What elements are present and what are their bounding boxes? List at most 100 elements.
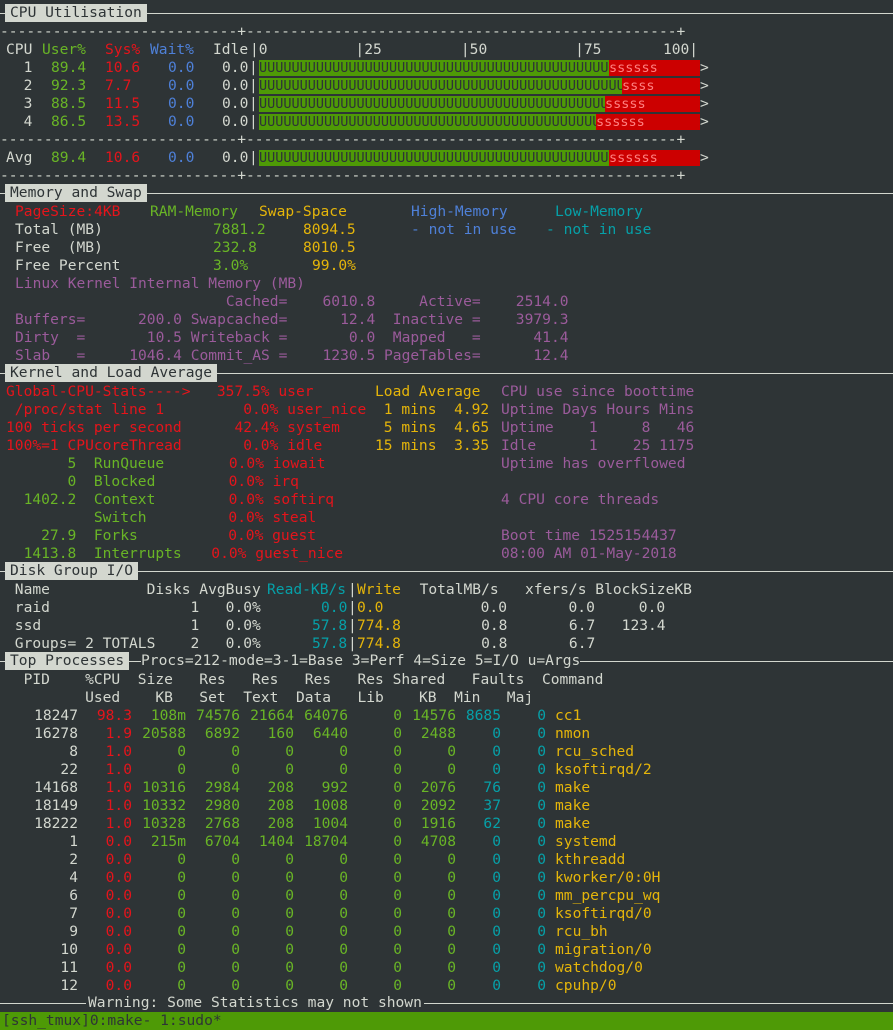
disk-write: 774.8	[357, 617, 401, 634]
idle-pct: 0.0	[222, 77, 249, 94]
process-cpu: 1.0	[105, 743, 132, 760]
kernel-section-header: Kernel and Load Average	[0, 364, 893, 382]
user-pct: 89.4	[51, 149, 87, 166]
bar-end: >	[700, 95, 709, 112]
process-shared: 0	[447, 761, 456, 778]
process-row[interactable]: 8 1.0 0 0 0 0 0 0 0 0 rcu_sched	[0, 743, 893, 761]
process-pid: 6	[69, 887, 78, 904]
process-command: systemd	[555, 833, 617, 850]
wait-pct: 0.0	[168, 149, 195, 166]
wait-col-header: Wait%	[150, 41, 194, 58]
process-lib: 0	[393, 923, 402, 940]
uptime-values: Uptime 1 8 46	[501, 419, 695, 436]
disk-rest: 0.8 6.7	[402, 635, 596, 652]
process-command: make	[555, 797, 591, 814]
process-command: make	[555, 815, 591, 832]
kernel-row-2: /proc/stat line 1 0.0% user_nice 1 mins …	[0, 401, 893, 419]
process-min: 0	[492, 905, 501, 922]
process-command: mm_percpu_wq	[555, 887, 661, 904]
load-5-min: 5 mins 4.65	[375, 419, 490, 436]
process-maj: 0	[537, 833, 546, 850]
process-row[interactable]: 22 1.0 0 0 0 0 0 0 0 0 ksoftirqd/2	[0, 761, 893, 779]
cpu-section-header: CPU Utilisation	[0, 4, 893, 22]
user-bar: UUUUUUUUUUUUUUUUUUUUUUUUUUUUUUUUUUUUUUUU…	[259, 78, 622, 94]
process-lib: 0	[393, 833, 402, 850]
disk-rest: 0.0 0.0 0.0	[384, 599, 666, 616]
process-row[interactable]: 14168 1.0 10316 2984 208 992 0 2076 76 0 make	[0, 779, 893, 797]
free-percent-ram: 3.0%	[213, 257, 249, 274]
process-row[interactable]: 12 0.0 0 0 0 0 0 0 0 0 cpuhp/0	[0, 977, 893, 995]
process-maj: 0	[537, 779, 546, 796]
process-row[interactable]: 18247 98.3 108m 74576 21664 64076 0 14576 8685 0 c…	[0, 707, 893, 725]
process-row[interactable]: 7 0.0 0 0 0 0 0 0 0 0 ksoftirqd/0	[0, 905, 893, 923]
process-shared: 2092	[420, 797, 456, 814]
tmux-status-bar[interactable]: [ssh_tmux]0:make- 1:sudo*	[0, 1012, 893, 1030]
process-row[interactable]: 18149 1.0 10332 2980 208 1008 0 2092 37 0 make	[0, 797, 893, 815]
process-row[interactable]: 11 0.0 0 0 0 0 0 0 0 0 watchdog/0	[0, 959, 893, 977]
process-data: 18704	[304, 833, 348, 850]
kernel-memory-line-3: Dirty = 10.5 Writeback = 0.0 Mapped = 41…	[15, 329, 569, 346]
process-shared: 14576	[412, 707, 456, 724]
cpu-id: 4	[6, 113, 33, 130]
process-data: 0	[339, 851, 348, 868]
process-res: 0	[231, 941, 240, 958]
process-row[interactable]: 18222 1.0 10328 2768 208 1004 0 1916 62 0 make	[0, 815, 893, 833]
process-shared: 0	[447, 887, 456, 904]
cpu-bar: UUUUUUUUUUUUUUUUUUUUUUUUUUUUUUUUUUUUUUUU…	[259, 60, 700, 76]
kernel-row-1: Global-CPU-Stats----> 357.5% user Load A…	[0, 383, 893, 401]
process-row[interactable]: 4 0.0 0 0 0 0 0 0 0 0 kworker/0:0H	[0, 869, 893, 887]
process-pid: 18247	[34, 707, 78, 724]
process-min: 0	[492, 851, 501, 868]
bar-separator: |	[249, 95, 258, 112]
process-min: 0	[492, 743, 501, 760]
user-pct: 92.3	[51, 77, 87, 94]
process-min: 0	[492, 941, 501, 958]
process-cpu: 1.0	[105, 779, 132, 796]
process-row[interactable]: 10 0.0 0 0 0 0 0 0 0 0 migration/0	[0, 941, 893, 959]
ram-memory-label: RAM-Memory	[150, 203, 238, 220]
process-cpu: 0.0	[105, 887, 132, 904]
process-maj: 0	[537, 851, 546, 868]
process-data: 0	[339, 761, 348, 778]
bar-end: >	[700, 149, 709, 166]
process-cpu: 0.0	[105, 959, 132, 976]
process-shared: 0	[447, 905, 456, 922]
disk-read: 57.8	[312, 617, 348, 634]
process-pid: 11	[60, 959, 78, 976]
process-row[interactable]: 1 0.0 215m 6704 1404 18704 0 4708 0 0 systemd	[0, 833, 893, 851]
processes-header-1: PID %CPU Size Res Res Res Res Shared Fau…	[6, 671, 604, 688]
kernel-row-10: 1413.8 Interrupts 0.0% guest_nice 08:00 …	[0, 545, 893, 563]
sys-bar: ssssss	[609, 60, 700, 76]
softirq: 0.0% softirq	[132, 491, 335, 508]
sys-pct: 10.6	[105, 149, 141, 166]
process-row[interactable]: 9 0.0 0 0 0 0 0 0 0 0 rcu_bh	[0, 923, 893, 941]
process-data: 0	[339, 905, 348, 922]
process-row[interactable]: 6 0.0 0 0 0 0 0 0 0 0 mm_percpu_wq	[0, 887, 893, 905]
cpu-bar: UUUUUUUUUUUUUUUUUUUUUUUUUUUUUUUUUUUUUUUU…	[259, 78, 700, 94]
process-size: 215m	[150, 833, 186, 850]
process-pid: 2	[69, 851, 78, 868]
process-row[interactable]: 2 0.0 0 0 0 0 0 0 0 0 kthreadd	[0, 851, 893, 869]
process-row[interactable]: 16278 1.9 20588 6892 160 6440 0 2488 0 0 nmon	[0, 725, 893, 743]
disk-read: 0.0	[321, 599, 348, 616]
high-memory-status: - not in use	[411, 221, 517, 238]
wait-pct: 0.0	[168, 113, 195, 130]
disk-sep: |	[348, 635, 357, 652]
process-command: nmon	[555, 725, 591, 742]
process-cpu: 1.9	[105, 725, 132, 742]
free-percent-label: Free Percent	[15, 257, 121, 274]
process-size: 0	[177, 941, 186, 958]
load-average-title: Load Average	[375, 383, 481, 400]
process-lib: 0	[393, 797, 402, 814]
cpu-bar: UUUUUUUUUUUUUUUUUUUUUUUUUUUUUUUUUUUUUUUU…	[259, 114, 700, 130]
process-maj: 0	[537, 887, 546, 904]
process-text: 0	[285, 977, 294, 994]
idle-pct: 0.0	[222, 95, 249, 112]
process-data: 0	[339, 869, 348, 886]
process-data: 0	[339, 959, 348, 976]
memory-header-row: PageSize:4KB RAM-Memory Swap-Space High-…	[0, 203, 893, 221]
cpu-use-since-boot: CPU use since boottime	[501, 383, 695, 400]
processes-header-2: Used KB Set Text Data Lib KB Min Maj	[6, 689, 534, 706]
nmon-terminal[interactable]: CPU Utilisation ------------------------…	[0, 0, 893, 1030]
process-data: 0	[339, 743, 348, 760]
